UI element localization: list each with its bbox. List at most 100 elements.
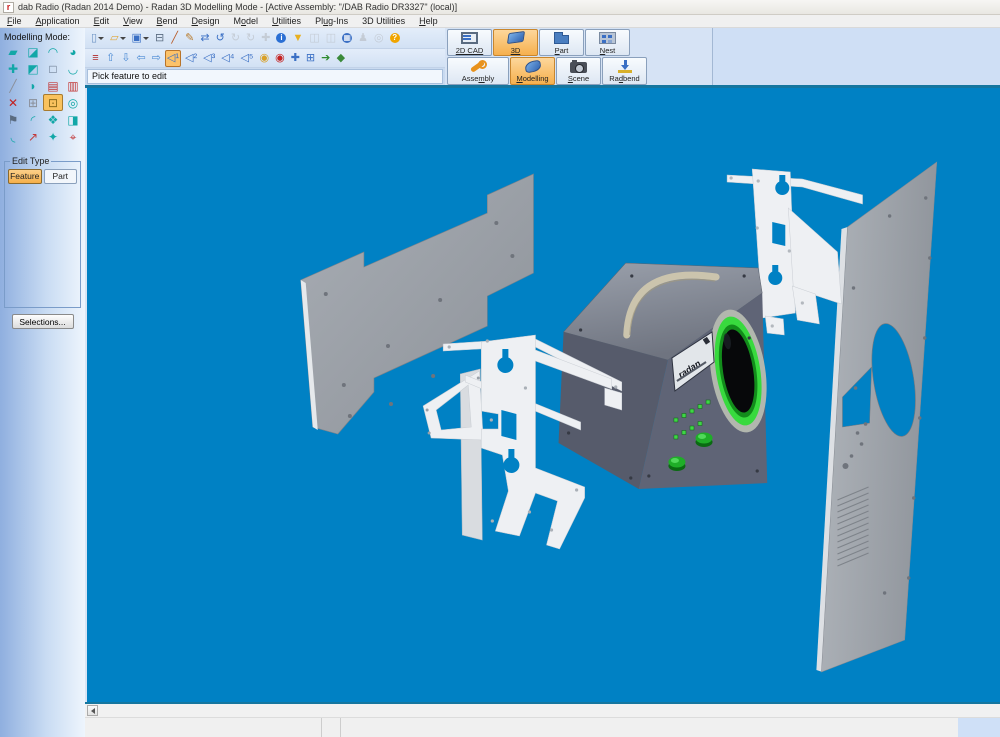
export-part-tool[interactable]: ▥ — [63, 77, 83, 94]
filter-button[interactable]: ▼ — [290, 30, 305, 47]
inspect-tool[interactable]: ◎ — [63, 94, 83, 111]
flag-tool[interactable]: ⚑ — [3, 111, 23, 128]
radio-knob-1[interactable] — [695, 433, 712, 448]
edit-type-feature[interactable]: Feature — [8, 169, 42, 184]
part-right-panel[interactable] — [816, 162, 936, 672]
repeat-button: ↻ — [244, 30, 257, 47]
info-button[interactable]: i — [274, 30, 288, 47]
shade-sphere-button[interactable]: ◉ — [257, 50, 271, 67]
menu-edit[interactable]: Edit — [87, 16, 117, 26]
menu-bar: FileApplicationEditViewBendDesignModelUt… — [0, 15, 1000, 28]
mode-nest-label: Nest — [600, 46, 615, 55]
print-button[interactable]: ⊟ — [153, 30, 166, 47]
resize-grip[interactable] — [958, 718, 1000, 737]
move-right-button[interactable]: ⇨ — [150, 50, 163, 67]
form-tool[interactable]: ◕ — [63, 43, 83, 60]
flat-tool[interactable]: ▰ — [3, 43, 23, 60]
corner-tool[interactable]: ◜ — [23, 111, 43, 128]
copy-model-button[interactable]: ⊞ — [304, 50, 317, 67]
part-icon — [554, 35, 569, 44]
menu-3d-utilities[interactable]: 3D Utilities — [355, 16, 412, 26]
verify-button[interactable]: ◆ — [334, 50, 347, 67]
export-report-button[interactable]: ➔ — [319, 50, 332, 67]
undo-button[interactable]: ↺ — [214, 30, 227, 47]
view-4-button[interactable]: ◁⁴ — [219, 50, 236, 67]
delete-tool[interactable]: ✕ — [3, 94, 23, 111]
mode-3d-label: 3D — [511, 46, 521, 55]
view-2-button[interactable]: ◁² — [183, 50, 199, 67]
mode-part[interactable]: Part — [539, 29, 584, 56]
mirror-tool[interactable]: ◨ — [63, 111, 83, 128]
new-file-button[interactable]: ▯ — [89, 30, 106, 47]
menu-application[interactable]: Application — [29, 16, 87, 26]
mode-radbend[interactable]: Radbend — [602, 57, 647, 85]
unfold-tool[interactable]: ✚ — [3, 60, 23, 77]
scene-svg: radan — [87, 88, 1000, 702]
status-bar — [85, 717, 1000, 737]
move-left-button[interactable]: ⇦ — [134, 50, 147, 67]
raise-tool[interactable]: ↗ — [23, 128, 43, 145]
move-up-button[interactable]: ⇧ — [104, 50, 117, 67]
record-view-button[interactable]: ◉ — [273, 50, 287, 67]
mode-nest[interactable]: Nest — [585, 29, 630, 56]
menu-help[interactable]: Help — [412, 16, 445, 26]
highlight-tool[interactable]: ✦ — [43, 128, 63, 145]
3d-viewport[interactable]: radan — [85, 88, 1000, 702]
view-3-button[interactable]: ◁³ — [201, 50, 217, 67]
part-left-frame[interactable] — [423, 369, 483, 540]
menu-model[interactable]: Model — [227, 16, 266, 26]
face-tool[interactable]: ◩ — [23, 60, 43, 77]
menu-utilities[interactable]: Utilities — [265, 16, 308, 26]
channel-tool[interactable]: ◟ — [3, 128, 23, 145]
curve-tool[interactable]: ◡ — [63, 60, 83, 77]
feature-tool[interactable]: ❖ — [43, 111, 63, 128]
fold-tool[interactable]: ◪ — [23, 43, 43, 60]
dropdown-caret[interactable] — [143, 37, 149, 40]
draw-line-button[interactable]: ╱ — [168, 30, 181, 47]
menu-bend[interactable]: Bend — [149, 16, 184, 26]
edit-type-part[interactable]: Part — [44, 169, 78, 184]
probe-tool[interactable]: ⌖ — [63, 128, 83, 145]
mode-modelling[interactable]: Modelling — [510, 57, 555, 85]
save-file-button[interactable]: ▣ — [130, 30, 151, 47]
edit-sketch-button[interactable]: ✎ — [183, 30, 196, 47]
replace-button[interactable]: ⇄ — [198, 30, 211, 47]
open-file-button[interactable]: ▱ — [108, 30, 127, 47]
mode-3d[interactable]: 3D — [493, 29, 538, 56]
mode-modelling-label: Modelling — [516, 74, 548, 83]
dropdown-caret[interactable] — [120, 37, 126, 40]
mode-2d-cad[interactable]: 2D CAD — [447, 29, 492, 56]
line-tool[interactable]: ╱ — [3, 77, 23, 94]
view-1-button[interactable]: ◁¹ — [165, 50, 181, 67]
selections-button[interactable]: Selections... — [12, 314, 74, 329]
sweep-tool[interactable]: ◠ — [43, 43, 63, 60]
app-icon: r — [3, 2, 14, 13]
mode-assembly[interactable]: Assembly — [447, 57, 509, 85]
box-tool[interactable]: □ — [43, 60, 63, 77]
mode-switcher: 2D CAD 3D Part Nest Assembly Modelling SceneRa… — [445, 28, 712, 85]
help-button[interactable]: ? — [388, 30, 402, 47]
pan-zoom-button[interactable]: ✚ — [289, 50, 302, 67]
radio-knob-2[interactable] — [668, 457, 685, 472]
menu-plug-ins[interactable]: Plug-Ins — [308, 16, 355, 26]
mode-scene[interactable]: Scene — [556, 57, 601, 85]
duplicate-tool[interactable]: ⊞ — [23, 94, 43, 111]
toolbar-row-1: ▯▱▣⊟╱✎⇄↺↻↻✚i▼◫◫▦♟◎? — [85, 28, 445, 49]
spreadsheet-button[interactable]: ▦ — [340, 30, 354, 47]
scroll-left-button[interactable] — [87, 705, 98, 716]
menu-file[interactable]: File — [0, 16, 29, 26]
import-part-tool[interactable]: ▤ — [43, 77, 63, 94]
spreadsheet-icon: ▦ — [342, 33, 352, 43]
view-5-button[interactable]: ◁⁵ — [238, 50, 255, 67]
menu-design[interactable]: Design — [185, 16, 227, 26]
menu-view[interactable]: View — [116, 16, 149, 26]
move-down-button[interactable]: ⇩ — [119, 50, 132, 67]
record-view-icon: ◉ — [275, 53, 285, 64]
edit-form-tool[interactable]: ⊡ — [43, 94, 63, 111]
snap-button: ◎ — [372, 30, 386, 47]
redo-icon: ↻ — [231, 33, 240, 44]
sheet-stack-button[interactable]: ≡ — [89, 50, 102, 67]
open-file-icon: ▱ — [110, 33, 118, 44]
cylinder-tool[interactable]: ◗ — [23, 77, 43, 94]
dropdown-caret[interactable] — [98, 37, 104, 40]
